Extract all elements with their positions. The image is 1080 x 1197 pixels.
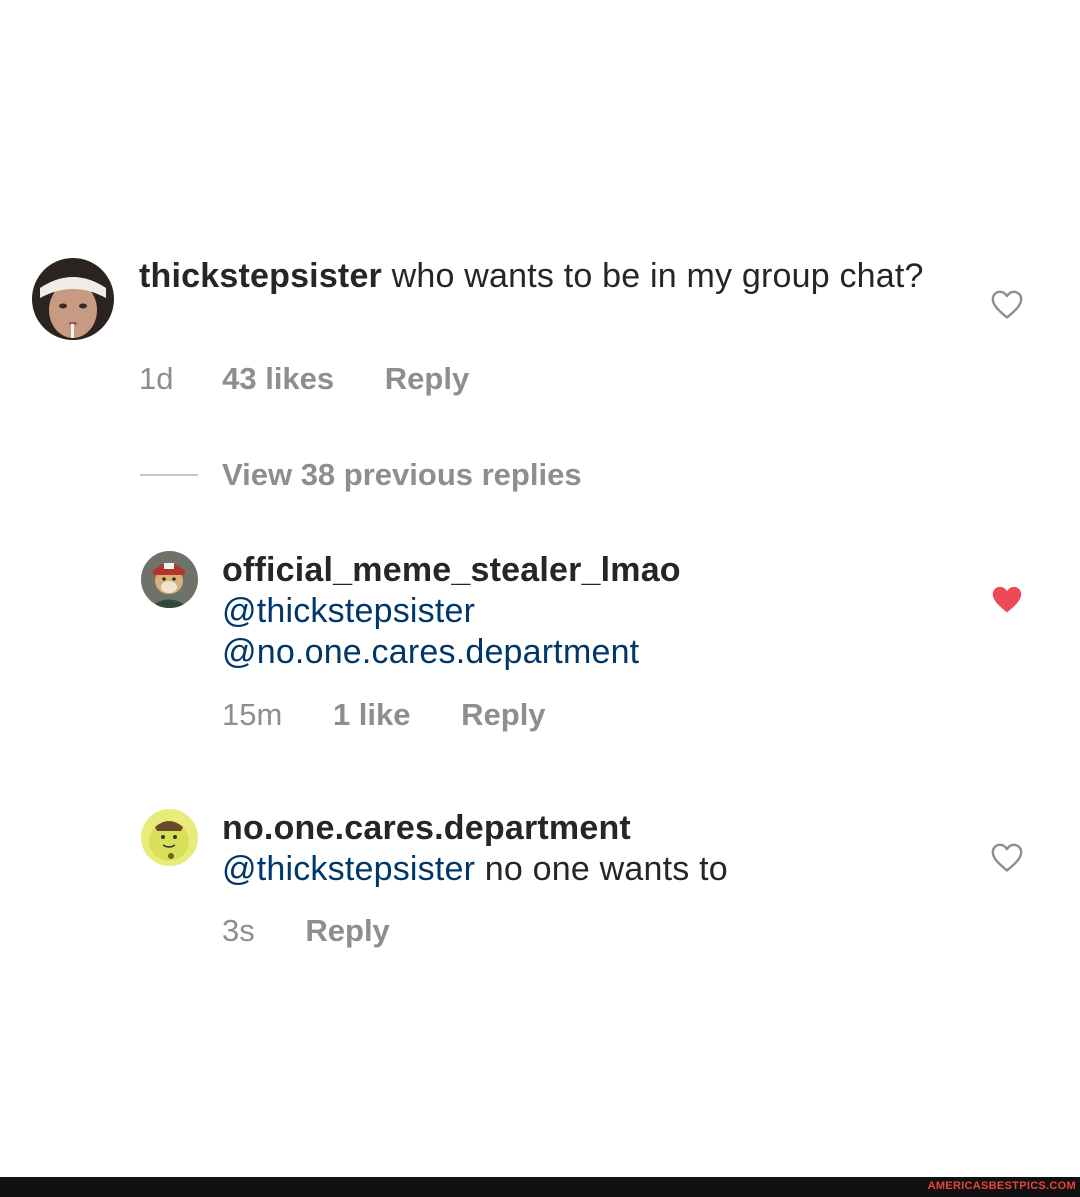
watermark: AMERICASBESTPICS.COM <box>927 1180 1076 1192</box>
timestamp: 15m <box>222 697 283 732</box>
like-button[interactable] <box>990 583 1024 615</box>
username[interactable]: official_meme_stealer_lmao <box>222 550 922 591</box>
heart-outline-icon <box>991 843 1023 872</box>
timestamp: 1d <box>139 361 174 396</box>
mention-link[interactable]: @thickstepsister <box>222 591 922 632</box>
comment-body: thickstepsister who wants to be in my gr… <box>139 256 939 297</box>
avatar-image <box>141 551 198 608</box>
likes-count[interactable]: 1 like <box>333 697 411 733</box>
heart-filled-icon <box>992 586 1022 613</box>
likes-count[interactable]: 43 likes <box>222 361 334 397</box>
reply-button[interactable]: Reply <box>385 361 469 397</box>
timestamp: 3s <box>222 913 255 948</box>
username[interactable]: thickstepsister <box>139 257 382 295</box>
view-replies-label: View 38 previous replies <box>222 457 582 492</box>
mention-link[interactable]: @no.one.cares.department <box>222 632 922 673</box>
comment-body: no.one.cares.department @thickstepsister… <box>222 808 942 890</box>
comment-body: official_meme_stealer_lmao @thickstepsis… <box>222 550 922 673</box>
avatar-official-meme-stealer[interactable] <box>141 551 198 608</box>
comment-text: no one wants to <box>475 850 728 888</box>
mention-link[interactable]: @thickstepsister <box>222 850 475 888</box>
divider-line <box>140 474 198 476</box>
comment-meta: 15m 1 like Reply <box>222 697 546 733</box>
comment-text: who wants to be in my group chat? <box>382 257 924 295</box>
avatar-image <box>141 809 198 866</box>
reply-button[interactable]: Reply <box>305 913 389 949</box>
comment-meta: 3s Reply <box>222 913 390 949</box>
avatar-image <box>32 258 114 340</box>
avatar-no-one-cares-department[interactable] <box>141 809 198 866</box>
reply-button[interactable]: Reply <box>461 697 545 733</box>
comment-meta: 1d 43 likes Reply <box>139 361 469 397</box>
like-button[interactable] <box>990 288 1024 320</box>
username[interactable]: no.one.cares.department <box>222 808 942 849</box>
like-button[interactable] <box>990 841 1024 873</box>
view-previous-replies[interactable]: View 38 previous replies <box>140 455 582 495</box>
heart-outline-icon <box>991 290 1023 319</box>
footer-bar <box>0 1177 1080 1197</box>
avatar-thickstepsister[interactable] <box>32 258 114 340</box>
